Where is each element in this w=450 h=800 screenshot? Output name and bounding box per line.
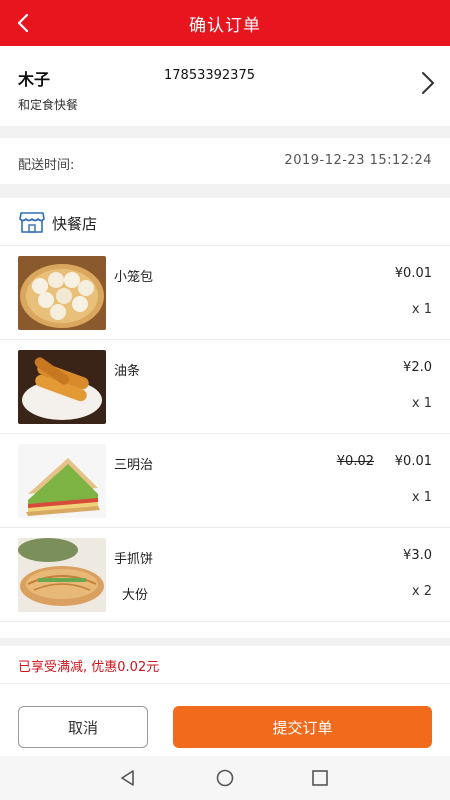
order-item: 三明治 ¥0.02 ¥0.01 x 1 [0, 434, 450, 528]
order-items-card: 快餐店 小笼包 ¥0.01 x 1 油条 ¥2.0 x 1 三明治 ¥0.02 … [0, 198, 450, 638]
system-nav-bar [0, 756, 450, 800]
delivery-time-value: 2019-12-23 15:12:24 [284, 153, 432, 168]
submit-order-button[interactable]: 提交订单 [173, 706, 432, 748]
item-image [18, 350, 106, 424]
back-button[interactable] [8, 8, 38, 38]
item-name: 三明治 [114, 458, 154, 473]
page-title: 确认订单 [189, 15, 261, 36]
chevron-left-icon [17, 13, 29, 33]
item-quantity: x 1 [411, 490, 432, 505]
item-price: ¥0.01 [394, 266, 432, 281]
recipient-phone: 17853392375 [164, 68, 255, 83]
circle-home-icon[interactable] [215, 768, 235, 788]
recipient-name: 木子 [18, 70, 51, 89]
item-original-price: ¥0.02 [336, 454, 374, 469]
discount-notice: 已享受满减, 优惠0.02元 [0, 646, 450, 684]
item-name: 小笼包 [114, 270, 154, 285]
item-image [18, 444, 106, 518]
item-price: ¥3.0 [403, 548, 432, 563]
cancel-button[interactable]: 取消 [18, 706, 148, 748]
item-name: 油条 [114, 364, 141, 379]
chevron-right-icon[interactable] [420, 70, 436, 96]
triangle-back-icon[interactable] [118, 768, 138, 788]
item-image [18, 256, 106, 330]
square-recents-icon[interactable] [310, 768, 330, 788]
item-quantity: x 1 [411, 396, 432, 411]
order-item: 油条 ¥2.0 x 1 [0, 340, 450, 434]
delivery-time-row[interactable]: 配送时间: 2019-12-23 15:12:24 [0, 138, 450, 184]
store-icon [19, 212, 45, 233]
discount-text: 已享受满减, 优惠0.02元 [18, 660, 160, 675]
item-price: ¥2.0 [403, 360, 432, 375]
item-quantity: x 2 [411, 584, 432, 599]
delivery-time-label: 配送时间: [18, 158, 75, 173]
top-app-bar: 确认订单 [0, 0, 450, 46]
shop-header: 快餐店 [0, 198, 450, 246]
item-quantity: x 1 [411, 302, 432, 317]
shop-name: 快餐店 [52, 215, 98, 233]
item-price: ¥0.01 [394, 454, 432, 469]
address-card[interactable]: 木子 17853392375 和定食快餐 [0, 46, 450, 126]
recipient-address: 和定食快餐 [18, 98, 79, 112]
item-name: 手抓饼 [114, 552, 154, 567]
item-image [18, 538, 106, 612]
item-spec: 大份 [122, 588, 149, 603]
order-item: 小笼包 ¥0.01 x 1 [0, 246, 450, 340]
bottom-action-bar: 取消 提交订单 [0, 684, 450, 756]
order-item: 手抓饼 大份 ¥3.0 x 2 [0, 528, 450, 622]
